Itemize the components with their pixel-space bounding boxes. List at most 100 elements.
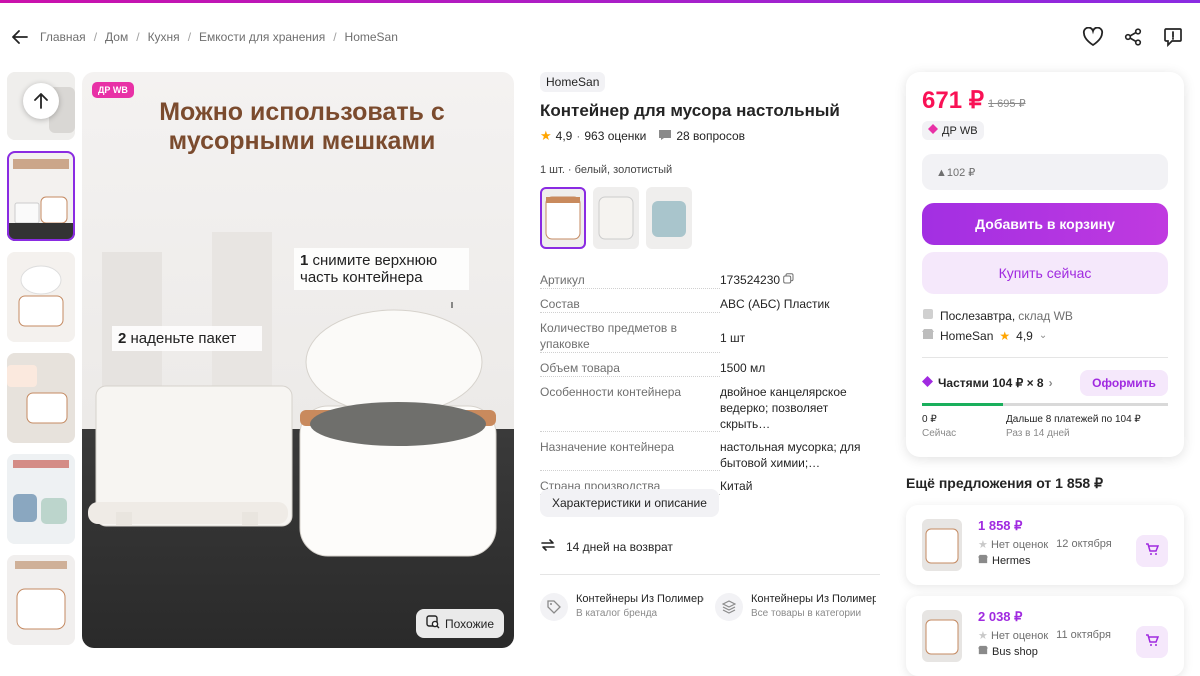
cart-icon: [1145, 542, 1160, 561]
divider: [540, 574, 880, 575]
details-button[interactable]: Характеристики и описание: [540, 489, 719, 517]
offer-seller: Bus shop: [978, 645, 1038, 658]
buy-card: 671 ₽ 1 695 ₽ ДР WB ▲102 ₽ Добавить в ко…: [906, 72, 1184, 457]
product-actions: [1080, 24, 1186, 50]
top-accent-line: [0, 0, 1200, 3]
offer-card[interactable]: 2 038 ₽ ★ Нет оценок 11 октября Bus shop: [906, 596, 1184, 676]
category-title: Контейнеры Из Полимеров: [751, 593, 876, 605]
spec-value: Китай: [720, 479, 753, 493]
delivery-warehouse: склад WB: [1018, 308, 1073, 323]
scroll-up-button[interactable]: [23, 83, 59, 119]
breadcrumb-separator: /: [93, 30, 98, 44]
offer-card[interactable]: 1 858 ₽ ★ Нет оценок 12 октября Hermes: [906, 505, 1184, 585]
divider: [922, 357, 1168, 358]
thumbnail[interactable]: [7, 454, 75, 544]
offer-rating-text: Нет оценок: [990, 539, 1049, 551]
later-label: Раз в 14 дней: [1006, 428, 1070, 439]
offer-add-to-cart-button[interactable]: [1136, 626, 1168, 658]
seller-info[interactable]: HomeSan ★ 4,9 ⌄: [922, 328, 1047, 343]
spec-key: Артикул: [540, 272, 720, 289]
wallet-discount[interactable]: ▲102 ₽: [922, 154, 1168, 190]
thumbnail-active[interactable]: [7, 151, 75, 241]
step-number: 1: [300, 252, 309, 269]
main-product-image[interactable]: ДР WB Можно использовать с мусорными меш…: [82, 72, 514, 648]
offer-date: 11 октября: [1056, 629, 1111, 641]
brand-category-link[interactable]: Контейнеры Из Полимеров В каталог бренда: [540, 593, 704, 621]
spec-key: Состав: [540, 296, 720, 313]
now-amount: 0 ₽: [922, 414, 937, 425]
breadcrumb-item[interactable]: Дом: [105, 30, 128, 44]
installments-label: Частями 104 ₽ × 8: [938, 376, 1044, 390]
color-option[interactable]: [593, 187, 639, 249]
offer-seller: Hermes: [978, 554, 1031, 567]
offer-meta: ★ Нет оценок 12 октября: [978, 538, 1112, 551]
offer-rating-text: Нет оценок: [990, 630, 1049, 642]
box-icon: [922, 308, 934, 323]
price: 671 ₽: [922, 87, 984, 114]
breadcrumb-item[interactable]: HomeSan: [345, 30, 398, 44]
thumbnail-list: [7, 72, 75, 656]
rating-value: 4,9: [555, 129, 573, 143]
thumbnail[interactable]: [7, 353, 75, 443]
thumbnail[interactable]: [7, 555, 75, 645]
offer-rating: ★ Нет оценок: [978, 538, 1048, 551]
diamond-icon: [928, 124, 938, 137]
breadcrumb-item[interactable]: Кухня: [148, 30, 180, 44]
chevron-right-icon: ›: [1048, 376, 1053, 390]
color-option[interactable]: [646, 187, 692, 249]
step-label: 1 снимите верхнюю часть контейнера: [294, 248, 469, 290]
add-to-cart-button[interactable]: Добавить в корзину: [922, 203, 1168, 245]
spec-row: Объем товара 1500 мл: [540, 360, 880, 377]
buy-now-button[interactable]: Купить сейчас: [922, 252, 1168, 294]
variant-label: 1 шт. · белый, золотистый: [540, 164, 673, 176]
star-icon: ★: [978, 630, 988, 642]
questions-icon: [658, 129, 672, 144]
installment-progress: [922, 403, 1168, 406]
brand-link[interactable]: HomeSan: [540, 72, 606, 92]
payment-later: Дальше 8 платежей по 104 ₽ Раз в 14 дней: [1006, 414, 1141, 439]
report-icon[interactable]: [1160, 24, 1186, 50]
layers-icon: [715, 593, 743, 621]
return-arrows-icon: [540, 538, 556, 555]
offer-price: 2 038 ₽: [978, 609, 1023, 624]
back-arrow-icon[interactable]: [10, 27, 30, 47]
category-title: Контейнеры Из Полимеров: [576, 593, 704, 605]
breadcrumb-item[interactable]: Главная: [40, 30, 86, 44]
similar-button[interactable]: Похожие: [416, 609, 504, 638]
return-info: 14 дней на возврат: [540, 538, 673, 555]
spec-value: 1 шт: [720, 331, 746, 345]
promo-badge: ДР WB: [92, 82, 134, 98]
later-amount: Дальше 8 платежей по 104 ₽: [1006, 414, 1141, 425]
spec-row: Артикул 173524230: [540, 272, 880, 289]
offer-meta: ★ Нет оценок 11 октября: [978, 629, 1111, 642]
copy-icon[interactable]: [783, 273, 794, 287]
offer-image: [922, 519, 962, 571]
reviews-link[interactable]: 963 оценки: [584, 129, 646, 143]
specs-table: Артикул 173524230 Состав ABC (АБС) Пластик…: [540, 272, 880, 502]
spec-key: Назначение контейнера: [540, 439, 720, 471]
questions-link[interactable]: 28 вопросов: [676, 129, 745, 143]
product-title: Контейнер для мусора настольный: [540, 101, 840, 120]
installments-info: Частями 104 ₽ × 8 ›: [922, 376, 1053, 390]
order-installments-button[interactable]: Оформить: [1080, 370, 1168, 396]
progress-fill: [922, 403, 1004, 406]
promo-label: ДР WB: [942, 124, 978, 137]
category-link[interactable]: Контейнеры Из Полимеров Все товары в кате…: [715, 593, 876, 621]
share-icon[interactable]: [1120, 24, 1146, 50]
search-image-icon: [426, 615, 440, 632]
breadcrumb-item[interactable]: Емкости для хранения: [199, 30, 325, 44]
spec-key: Объем товара: [540, 360, 720, 377]
star-icon: ★: [978, 539, 988, 551]
thumbnail[interactable]: [7, 252, 75, 342]
spec-row: Особенности контейнера двойное канцелярск…: [540, 384, 880, 432]
delivery-info: Послезавтра, склад WB: [922, 308, 1073, 323]
star-icon: ★: [999, 328, 1011, 343]
step-text: снимите верхнюю часть контейнера: [300, 252, 438, 286]
color-option-white-gold[interactable]: [540, 187, 586, 249]
step-text: наденьте пакет: [130, 330, 237, 347]
breadcrumb-separator: /: [136, 30, 140, 44]
heart-icon[interactable]: [1080, 24, 1106, 50]
offer-add-to-cart-button[interactable]: [1136, 535, 1168, 567]
installments-icon: [922, 376, 933, 390]
spec-key: Особенности контейнера: [540, 384, 720, 432]
